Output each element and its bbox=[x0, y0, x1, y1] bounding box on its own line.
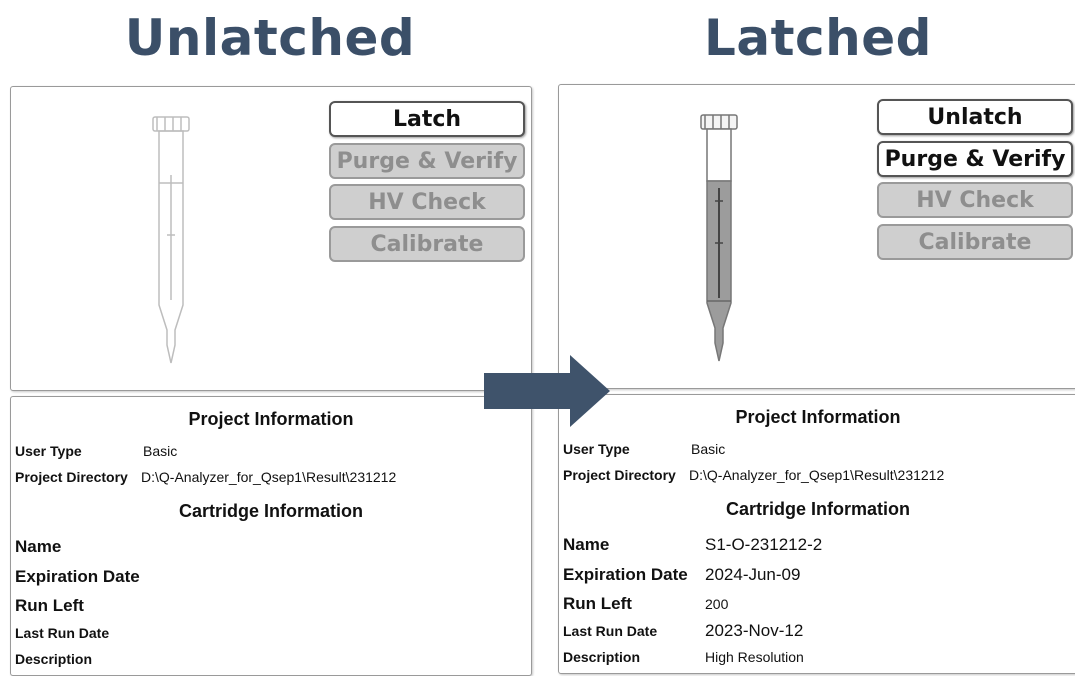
purge-verify-button[interactable]: Purge & Verify bbox=[877, 141, 1073, 177]
hv-check-button[interactable]: HV Check bbox=[329, 184, 525, 220]
latch-button[interactable]: Latch bbox=[329, 101, 525, 137]
info-panel: Project Information User Type Basic Proj… bbox=[10, 396, 532, 676]
project-directory-label: Project Directory bbox=[15, 469, 128, 485]
name-label: Name bbox=[15, 537, 62, 556]
description-label: Description bbox=[15, 651, 93, 667]
info-panel: Project Information User Type Basic Proj… bbox=[558, 394, 1075, 674]
user-type-label: User Type bbox=[15, 443, 82, 459]
expiration-date-label: Expiration Date bbox=[15, 567, 140, 586]
unlatched-panel: Latch Purge & Verify HV Check Calibrate … bbox=[10, 86, 532, 676]
hv-check-button[interactable]: HV Check bbox=[877, 182, 1073, 218]
latched-heading: Latched bbox=[704, 9, 932, 67]
description-value: High Resolution bbox=[705, 649, 804, 665]
last-run-date-label: Last Run Date bbox=[563, 623, 658, 639]
unlatch-button[interactable]: Unlatch bbox=[877, 99, 1073, 135]
last-run-date-label: Last Run Date bbox=[15, 625, 110, 641]
unlatched-heading: Unlatched bbox=[124, 9, 416, 67]
project-directory-value: D:\Q-Analyzer_for_Qsep1\Result\231212 bbox=[141, 469, 397, 485]
user-type-value: Basic bbox=[143, 443, 178, 459]
cartridge-outline-icon bbox=[152, 116, 190, 364]
project-info-title: Project Information bbox=[188, 409, 354, 429]
name-label: Name bbox=[563, 535, 610, 554]
run-left-label: Run Left bbox=[563, 594, 632, 613]
cartridge-info-title: Cartridge Information bbox=[178, 501, 363, 521]
description-label: Description bbox=[563, 649, 641, 665]
purge-verify-button[interactable]: Purge & Verify bbox=[329, 143, 525, 179]
last-run-date-value: 2023-Nov-12 bbox=[705, 621, 804, 640]
latched-panel: Unlatch Purge & Verify HV Check Calibrat… bbox=[558, 84, 1075, 674]
project-directory-label: Project Directory bbox=[563, 467, 676, 483]
run-left-label: Run Left bbox=[15, 596, 84, 615]
cartridge-view: Unlatch Purge & Verify HV Check Calibrat… bbox=[558, 84, 1075, 389]
user-type-label: User Type bbox=[563, 441, 630, 457]
name-value: S1-O-231212-2 bbox=[705, 535, 823, 554]
project-info-title: Project Information bbox=[735, 407, 901, 427]
cartridge-view: Latch Purge & Verify HV Check Calibrate bbox=[10, 86, 532, 391]
calibrate-button[interactable]: Calibrate bbox=[877, 224, 1073, 260]
run-left-value: 200 bbox=[705, 596, 729, 612]
expiration-date-label: Expiration Date bbox=[563, 565, 688, 584]
transition-arrow-icon bbox=[484, 355, 610, 427]
user-type-value: Basic bbox=[691, 441, 726, 457]
calibrate-button[interactable]: Calibrate bbox=[329, 226, 525, 262]
project-directory-value: D:\Q-Analyzer_for_Qsep1\Result\231212 bbox=[689, 467, 945, 483]
expiration-date-value: 2024-Jun-09 bbox=[705, 565, 801, 584]
cartridge-loaded-icon bbox=[700, 114, 738, 362]
cartridge-info-title: Cartridge Information bbox=[725, 499, 910, 519]
